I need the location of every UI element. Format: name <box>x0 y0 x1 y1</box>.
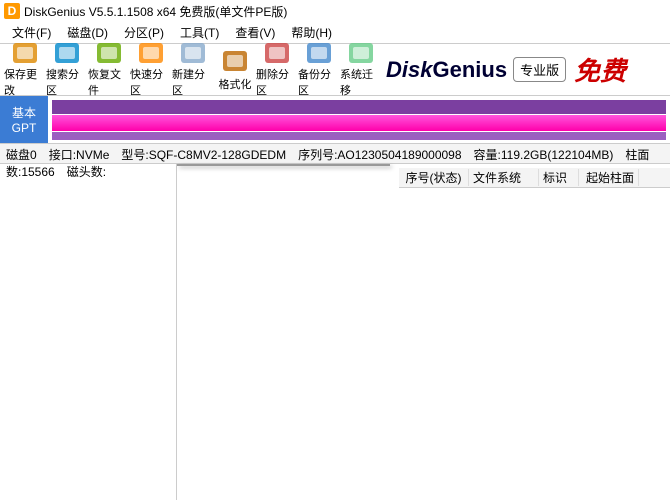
tool-1[interactable]: 搜索分区 <box>46 46 88 94</box>
tool-7[interactable]: 备份分区 <box>298 46 340 94</box>
disk-map-label: 基本 GPT <box>0 96 48 143</box>
tool-3[interactable]: 快速分区 <box>130 46 172 94</box>
tool-4[interactable]: 新建分区 <box>172 46 214 94</box>
partition-table-head: 序号(状态) 文件系统 标识 起始柱面 <box>399 168 670 188</box>
menu-view[interactable]: 查看(V) <box>227 22 283 43</box>
tool-8[interactable]: 系统迁移 <box>340 46 382 94</box>
window-title: DiskGenius V5.5.1.1508 x64 免费版(单文件PE版) <box>24 3 287 20</box>
toolbar: 保存更改搜索分区恢复文件快速分区新建分区格式化删除分区备份分区系统迁移 Disk… <box>0 44 670 96</box>
disk-map: 基本 GPT <box>0 96 670 144</box>
app-icon: D <box>4 3 20 19</box>
tool-6[interactable]: 删除分区 <box>256 46 298 94</box>
brand-free: 免费 <box>574 51 626 88</box>
main-area: 序号(状态) 文件系统 标识 起始柱面 <box>0 164 670 500</box>
brand-text1: Disk <box>386 57 432 83</box>
content-area: 序号(状态) 文件系统 标识 起始柱面 <box>177 164 670 500</box>
titlebar: D DiskGenius V5.5.1.1508 x64 免费版(单文件PE版) <box>0 0 670 22</box>
menu-disk[interactable]: 磁盘(D) <box>59 22 116 43</box>
menu-file[interactable]: 文件(F) <box>4 22 59 43</box>
disk-tree <box>0 164 177 500</box>
context-menu <box>177 164 390 166</box>
menu-help[interactable]: 帮助(H) <box>283 22 340 43</box>
disk-map-bar[interactable] <box>52 100 666 139</box>
tool-5[interactable]: 格式化 <box>214 46 256 94</box>
menu-partition[interactable]: 分区(P) <box>116 22 172 43</box>
disk-info-line: 磁盘0接口:NVMe型号:SQF-C8MV2-128GDEDM序列号:AO123… <box>0 144 670 164</box>
tool-2[interactable]: 恢复文件 <box>88 46 130 94</box>
partition-info-pane: 序号(状态) 文件系统 标识 起始柱面 <box>391 164 670 500</box>
brand-badge: 专业版 <box>513 57 566 82</box>
tool-0[interactable]: 保存更改 <box>4 46 46 94</box>
menu-tools[interactable]: 工具(T) <box>172 22 227 43</box>
brand: DiskGenius 专业版 免费 <box>386 51 626 88</box>
brand-text2: Genius <box>432 57 507 83</box>
